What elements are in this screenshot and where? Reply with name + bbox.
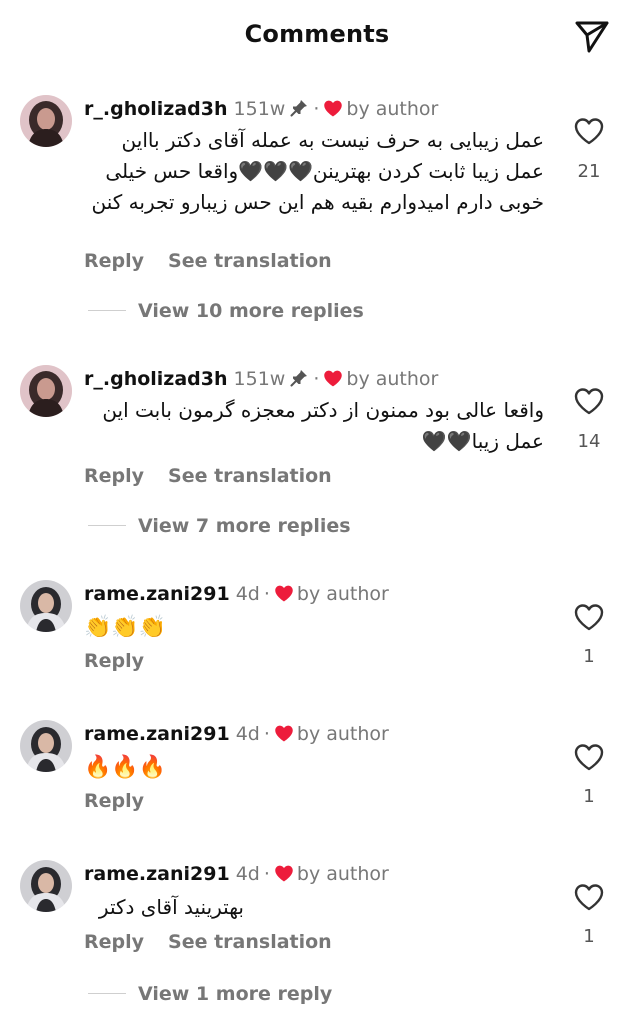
comment-meta: r_.gholizad3h 151w · by author — [84, 367, 438, 391]
meta-separator: · — [313, 368, 320, 390]
meta-separator: · — [263, 583, 270, 605]
reply-button[interactable]: Reply — [84, 465, 144, 487]
reply-button[interactable]: Reply — [84, 931, 144, 953]
comments-header: Comments — [0, 0, 634, 76]
see-translation-button[interactable]: See translation — [168, 931, 332, 953]
comment-text: عمل زیبایی به حرف نیست به عمله آقای دکتر… — [91, 128, 544, 214]
comment-actions: Reply See translation — [84, 463, 332, 489]
comment-age: 4d — [235, 723, 260, 745]
comment-actions: Reply — [84, 648, 144, 674]
comment-text: بهترینید آقای دکتر — [98, 895, 244, 919]
divider — [88, 310, 126, 311]
author-heart-icon — [323, 369, 343, 388]
reply-button[interactable]: Reply — [84, 250, 144, 272]
avatar[interactable] — [20, 720, 72, 772]
username[interactable]: rame.zani291 — [84, 583, 230, 605]
author-heart-icon — [274, 724, 294, 743]
author-heart-icon — [274, 584, 294, 603]
username[interactable]: rame.zani291 — [84, 723, 230, 745]
liked-by-author: by author — [346, 98, 439, 120]
username[interactable]: r_.gholizad3h — [84, 368, 228, 390]
like-heart-icon[interactable] — [573, 116, 605, 146]
like-count: 1 — [583, 926, 595, 947]
avatar[interactable] — [20, 365, 72, 417]
like-heart-icon[interactable] — [573, 882, 605, 912]
meta-separator: · — [263, 723, 270, 745]
comment-text: 🔥🔥🔥 — [84, 755, 167, 780]
meta-separator: · — [263, 863, 270, 885]
like-count: 1 — [583, 646, 595, 667]
username[interactable]: r_.gholizad3h — [84, 98, 228, 120]
view-more-replies-label[interactable]: View 7 more replies — [138, 512, 351, 540]
like-heart-icon[interactable] — [573, 742, 605, 772]
author-heart-icon — [323, 99, 343, 118]
comment-actions: Reply See translation — [84, 248, 332, 274]
like-heart-icon[interactable] — [573, 602, 605, 632]
avatar[interactable] — [20, 95, 72, 147]
reply-button[interactable]: Reply — [84, 650, 144, 672]
avatar[interactable] — [20, 580, 72, 632]
like-count: 21 — [577, 161, 601, 182]
liked-by-author: by author — [296, 723, 389, 745]
divider — [88, 993, 126, 994]
page-title: Comments — [244, 20, 390, 48]
comment-meta: rame.zani291 4d · by author — [84, 582, 389, 606]
comment-meta: rame.zani291 4d · by author — [84, 722, 389, 746]
see-translation-button[interactable]: See translation — [168, 465, 332, 487]
comment-actions: Reply See translation — [84, 929, 332, 955]
meta-separator: · — [313, 98, 320, 120]
comment-age: 4d — [235, 863, 260, 885]
view-more-replies-label[interactable]: View 1 more reply — [138, 980, 332, 1008]
like-count: 1 — [583, 786, 595, 807]
send-icon[interactable] — [574, 18, 610, 54]
username[interactable]: rame.zani291 — [84, 863, 230, 885]
comment-actions: Reply — [84, 788, 144, 814]
see-translation-button[interactable]: See translation — [168, 250, 332, 272]
pin-icon — [289, 368, 309, 388]
comment-age: 151w — [233, 98, 286, 120]
pin-icon — [289, 98, 309, 118]
comment-text: واقعا عالی بود ممنون از دکتر معجزه گرمون… — [102, 398, 544, 453]
like-heart-icon[interactable] — [573, 386, 605, 416]
like-count: 14 — [577, 431, 601, 452]
liked-by-author: by author — [296, 863, 389, 885]
author-heart-icon — [274, 864, 294, 883]
liked-by-author: by author — [346, 368, 439, 390]
view-more-replies-label[interactable]: View 10 more replies — [138, 297, 364, 325]
comment-age: 151w — [233, 368, 286, 390]
divider — [88, 525, 126, 526]
avatar[interactable] — [20, 860, 72, 912]
comment-meta: r_.gholizad3h 151w · by author — [84, 97, 438, 121]
comment-age: 4d — [235, 583, 260, 605]
comment-text: 👏👏👏 — [84, 615, 167, 640]
reply-button[interactable]: Reply — [84, 790, 144, 812]
liked-by-author: by author — [296, 583, 389, 605]
comment-meta: rame.zani291 4d · by author — [84, 862, 389, 886]
